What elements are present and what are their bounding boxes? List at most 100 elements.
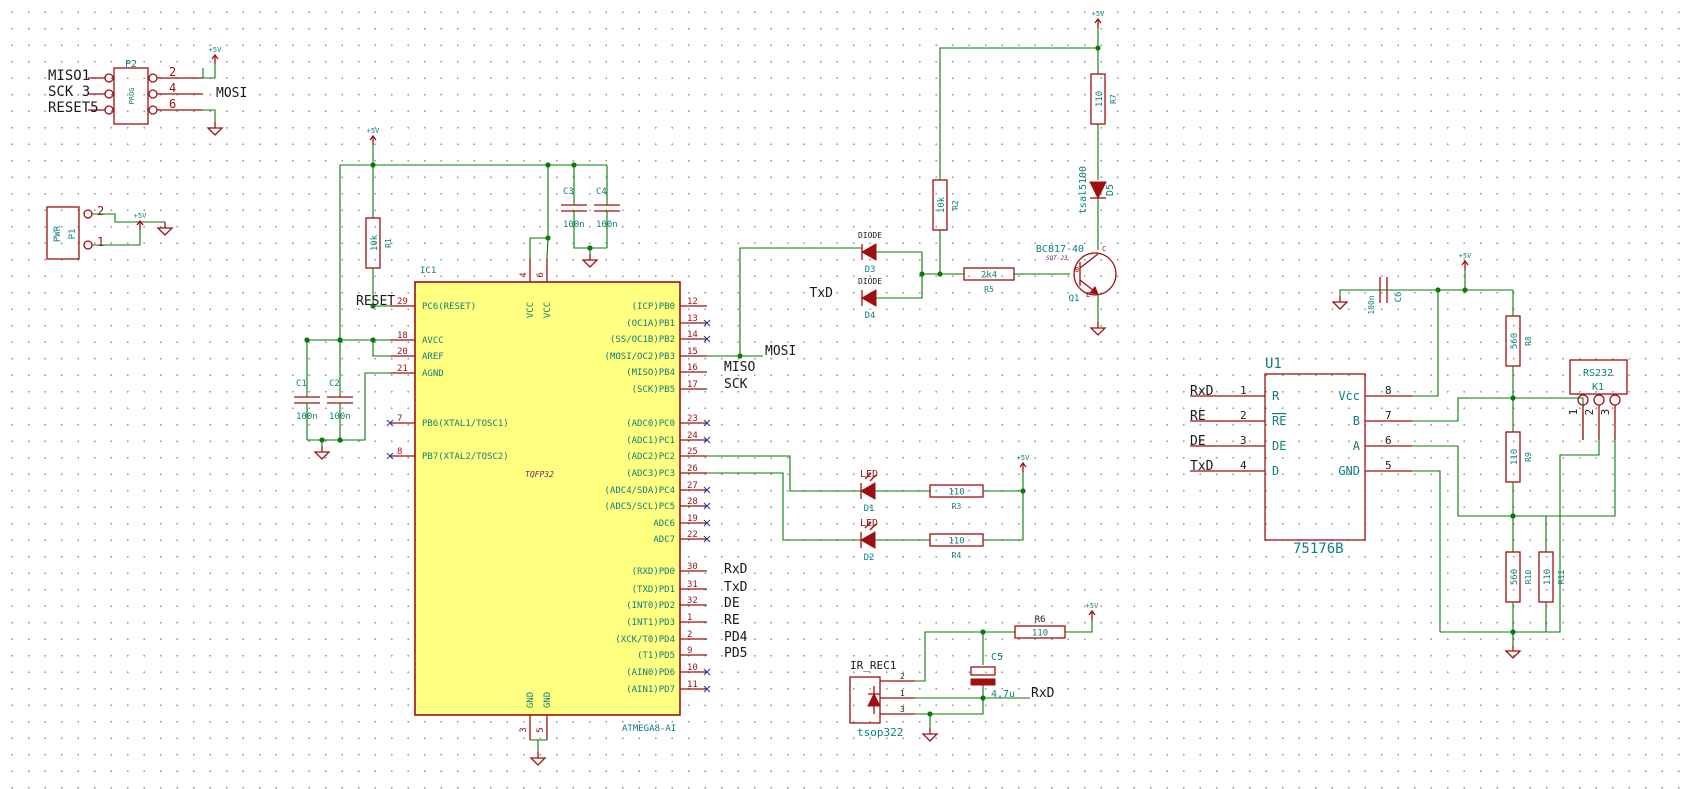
ir-pin-number: 2 [900,672,905,681]
u1-ref: U1 [1265,356,1282,372]
ground-symbol [313,451,331,460]
resistor-ref: R7 [1109,94,1118,104]
ir-supply-wire [1065,620,1093,633]
ic1-pin-name: (AIN1)PD7 [626,685,675,695]
transistor-ref: Q1 [1069,294,1080,304]
r11-wire [1440,602,1547,633]
ic1-pin-number: 8 [397,447,402,457]
led-wire [983,472,1024,541]
ic1-package: TQFP32 [525,470,554,479]
vcc-label: +5V [1092,10,1105,18]
vcc-pin-wire [529,165,549,258]
prog-pin-number: 6 [169,97,176,111]
ic1-pin-number: 14 [687,330,698,340]
uart-net-label: TxD [724,580,748,595]
led-wire [707,472,861,541]
led-symbol [859,482,876,500]
ic1-pin-number: 11 [687,680,698,690]
r2-wire [939,47,1098,180]
connector-pin [1609,394,1621,406]
led-symbol [1089,181,1107,200]
ic1-pin-name: (ICP)PB0 [632,302,675,312]
ground-symbol [1331,301,1349,310]
ground-symbol [581,259,599,268]
ic1-pin-name: AVCC [422,336,444,346]
electrolytic-plate [970,666,996,676]
uart-net-label: RxD [724,562,748,577]
ic1-pin-name: ADC7 [653,535,675,545]
uart-net-label: RE [724,613,740,628]
diode-value: DIODE [858,231,882,240]
u1-pin-number: 6 [1385,434,1392,447]
ic1-pin-number: 23 [687,414,698,424]
txd-net-label: TxD [810,286,834,301]
ic1-pin-number: 3 [519,727,529,732]
transistor-pin: B [1075,266,1079,274]
k1-pin-number: 2 [1583,409,1596,416]
ic1-gnd-name: GND [543,692,553,708]
junction-dot [337,437,343,443]
ground-symbol [156,227,174,236]
ic1-pin-number: 27 [687,481,698,491]
diode-value: tsal5100 [1078,166,1089,214]
header-pin [104,89,114,99]
prog-left-label: RESET5 [48,100,99,116]
u1-net-label: RxD [1190,384,1214,399]
ic1-pin-name: (OC1A)PB1 [626,319,675,329]
capacitor-ref: C6 [1394,292,1404,303]
ic1-pin-number: 5 [536,727,546,732]
ic1-pin-number: 20 [397,347,408,357]
led-symbol [859,531,876,549]
resistor-value: 110 [948,488,964,498]
ground-symbol [206,127,224,136]
header-pin [83,240,93,250]
ic1-pin-number: 22 [687,530,698,540]
vcc-label: +5V [1459,252,1472,260]
prog-left-label: SCK 3 [48,84,90,100]
resistor-value: 110 [948,537,964,547]
header-pin [83,209,93,219]
resistor-ref: R6 [1035,615,1046,625]
ic1-pin-name: (AIN0)PD6 [626,668,675,678]
ic1-pin-name: (SCK)PB5 [632,385,675,395]
ic1-pin-number: 25 [687,447,698,457]
u1-pin-name: A [1353,439,1361,453]
diode-ref: D1 [864,504,875,514]
ic1-pin-number: 31 [687,580,698,590]
ground-symbol [1089,327,1107,336]
ic1-value: ATMEGA8-AI [622,724,676,734]
c5-wire [915,685,984,715]
transistor-package: SOT-23 [1046,255,1068,262]
diode-wire [876,252,923,299]
u1-pin-name: GND [1338,464,1360,478]
ic1-pin-name: (MISO)PB4 [626,368,675,378]
aref-wire [372,340,390,357]
diode-ref: D5 [1105,184,1116,196]
junction-dot [937,271,943,277]
c6-wire [1339,289,1380,296]
ic1-pin-name: (ADC0)PC0 [626,419,675,429]
r11-wire [1513,515,1547,552]
junction-dot [545,235,551,241]
rs485-gnd-wire [1546,440,1600,633]
ic1-pin-name: (ADC2)PC2 [626,452,675,462]
header-pin [104,73,114,83]
agnd-wire [307,372,390,441]
ic1-pin-name: (ADC1)PC1 [626,436,675,446]
electrolytic-plate [970,678,996,686]
diode-ref: D3 [865,265,876,275]
vcc-label: +5V [1086,602,1099,610]
ic1-pin-name: (RXD)PD0 [632,567,675,577]
u1-pin-name: Vcc [1338,389,1360,403]
vcc-pin-wire [546,237,549,259]
u1-net-label: DE [1190,434,1206,449]
ic1-pin-name: (MOSI/OC2)PB3 [605,352,675,362]
ic1-pin-name: (ADC4/SDA)PC4 [605,486,675,496]
resistor-value: 110 [1543,569,1553,585]
ic1-pin-number: 30 [687,562,698,572]
resistor-ref: R5 [984,285,994,294]
resistor-value: 560 [1510,333,1520,349]
resistor-value: 110 [1510,449,1520,465]
ic1-pin-number: 16 [687,363,698,373]
mosi-wire [707,247,862,357]
